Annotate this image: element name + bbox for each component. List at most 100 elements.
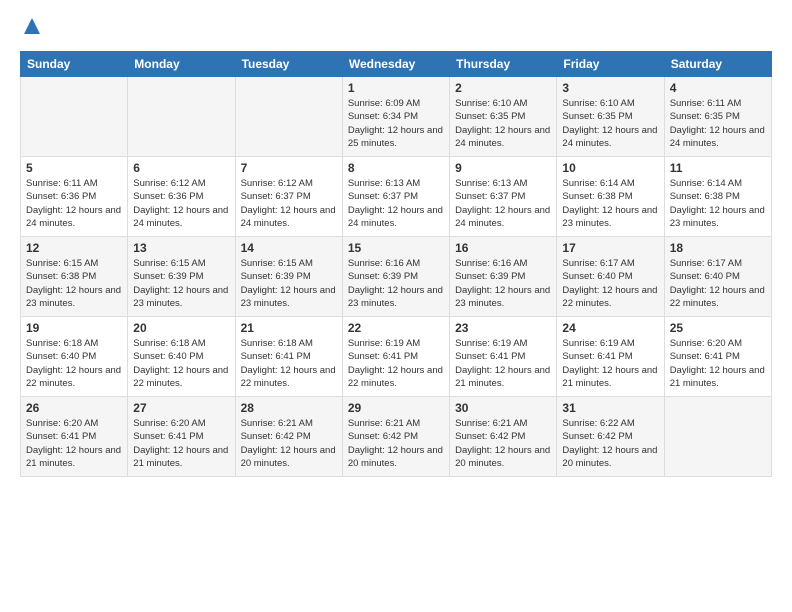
calendar-cell: 23 Sunrise: 6:19 AMSunset: 6:41 PMDayligh… bbox=[450, 317, 557, 397]
day-info: Sunrise: 6:18 AMSunset: 6:40 PMDaylight:… bbox=[26, 337, 122, 390]
day-number: 5 bbox=[26, 161, 122, 175]
header bbox=[20, 16, 772, 41]
day-info: Sunrise: 6:21 AMSunset: 6:42 PMDaylight:… bbox=[348, 417, 444, 470]
day-number: 28 bbox=[241, 401, 337, 415]
day-info: Sunrise: 6:19 AMSunset: 6:41 PMDaylight:… bbox=[348, 337, 444, 390]
calendar-cell: 9 Sunrise: 6:13 AMSunset: 6:37 PMDaylight… bbox=[450, 157, 557, 237]
day-number: 18 bbox=[670, 241, 766, 255]
weekday-header: Monday bbox=[128, 52, 235, 77]
day-info: Sunrise: 6:19 AMSunset: 6:41 PMDaylight:… bbox=[455, 337, 551, 390]
day-number: 26 bbox=[26, 401, 122, 415]
day-info: Sunrise: 6:10 AMSunset: 6:35 PMDaylight:… bbox=[455, 97, 551, 150]
day-info: Sunrise: 6:12 AMSunset: 6:37 PMDaylight:… bbox=[241, 177, 337, 230]
day-info: Sunrise: 6:21 AMSunset: 6:42 PMDaylight:… bbox=[241, 417, 337, 470]
day-number: 31 bbox=[562, 401, 658, 415]
day-number: 4 bbox=[670, 81, 766, 95]
day-number: 6 bbox=[133, 161, 229, 175]
weekday-header: Tuesday bbox=[235, 52, 342, 77]
week-row: 1 Sunrise: 6:09 AMSunset: 6:34 PMDaylight… bbox=[21, 77, 772, 157]
day-info: Sunrise: 6:19 AMSunset: 6:41 PMDaylight:… bbox=[562, 337, 658, 390]
calendar-cell: 28 Sunrise: 6:21 AMSunset: 6:42 PMDayligh… bbox=[235, 397, 342, 477]
day-info: Sunrise: 6:22 AMSunset: 6:42 PMDaylight:… bbox=[562, 417, 658, 470]
day-info: Sunrise: 6:11 AMSunset: 6:35 PMDaylight:… bbox=[670, 97, 766, 150]
day-number: 2 bbox=[455, 81, 551, 95]
calendar-cell: 13Sunrise: 6:15 AMSunset: 6:39 PMDayligh… bbox=[128, 237, 235, 317]
day-number: 14 bbox=[241, 241, 337, 255]
week-row: 5 Sunrise: 6:11 AMSunset: 6:36 PMDaylight… bbox=[21, 157, 772, 237]
calendar-cell: 11 Sunrise: 6:14 AMSunset: 6:38 PMDayligh… bbox=[664, 157, 771, 237]
day-info: Sunrise: 6:09 AMSunset: 6:34 PMDaylight:… bbox=[348, 97, 444, 150]
day-info: Sunrise: 6:20 AMSunset: 6:41 PMDaylight:… bbox=[26, 417, 122, 470]
day-info: Sunrise: 6:14 AMSunset: 6:38 PMDaylight:… bbox=[670, 177, 766, 230]
day-info: Sunrise: 6:18 AMSunset: 6:41 PMDaylight:… bbox=[241, 337, 337, 390]
weekday-header: Thursday bbox=[450, 52, 557, 77]
day-number: 16 bbox=[455, 241, 551, 255]
day-info: Sunrise: 6:13 AMSunset: 6:37 PMDaylight:… bbox=[455, 177, 551, 230]
day-number: 3 bbox=[562, 81, 658, 95]
logo-icon bbox=[22, 16, 42, 36]
day-info: Sunrise: 6:16 AMSunset: 6:39 PMDaylight:… bbox=[348, 257, 444, 310]
day-number: 29 bbox=[348, 401, 444, 415]
day-number: 25 bbox=[670, 321, 766, 335]
calendar-cell: 27 Sunrise: 6:20 AMSunset: 6:41 PMDayligh… bbox=[128, 397, 235, 477]
day-number: 1 bbox=[348, 81, 444, 95]
calendar-cell: 10 Sunrise: 6:14 AMSunset: 6:38 PMDayligh… bbox=[557, 157, 664, 237]
day-info: Sunrise: 6:10 AMSunset: 6:35 PMDaylight:… bbox=[562, 97, 658, 150]
day-number: 22 bbox=[348, 321, 444, 335]
calendar-cell bbox=[664, 397, 771, 477]
day-number: 24 bbox=[562, 321, 658, 335]
day-info: Sunrise: 6:20 AMSunset: 6:41 PMDaylight:… bbox=[670, 337, 766, 390]
day-number: 11 bbox=[670, 161, 766, 175]
day-info: Sunrise: 6:15 AMSunset: 6:38 PMDaylight:… bbox=[26, 257, 122, 310]
day-info: Sunrise: 6:17 AMSunset: 6:40 PMDaylight:… bbox=[670, 257, 766, 310]
weekday-header: Friday bbox=[557, 52, 664, 77]
calendar-cell: 19Sunrise: 6:18 AMSunset: 6:40 PMDayligh… bbox=[21, 317, 128, 397]
weekday-header: Sunday bbox=[21, 52, 128, 77]
calendar-cell: 29 Sunrise: 6:21 AMSunset: 6:42 PMDayligh… bbox=[342, 397, 449, 477]
day-info: Sunrise: 6:16 AMSunset: 6:39 PMDaylight:… bbox=[455, 257, 551, 310]
day-number: 27 bbox=[133, 401, 229, 415]
day-number: 7 bbox=[241, 161, 337, 175]
calendar-cell: 2 Sunrise: 6:10 AMSunset: 6:35 PMDaylight… bbox=[450, 77, 557, 157]
day-info: Sunrise: 6:15 AMSunset: 6:39 PMDaylight:… bbox=[241, 257, 337, 310]
day-number: 8 bbox=[348, 161, 444, 175]
day-info: Sunrise: 6:18 AMSunset: 6:40 PMDaylight:… bbox=[133, 337, 229, 390]
calendar-cell: 3 Sunrise: 6:10 AMSunset: 6:35 PMDaylight… bbox=[557, 77, 664, 157]
calendar-cell: 30 Sunrise: 6:21 AMSunset: 6:42 PMDayligh… bbox=[450, 397, 557, 477]
day-number: 10 bbox=[562, 161, 658, 175]
day-info: Sunrise: 6:11 AMSunset: 6:36 PMDaylight:… bbox=[26, 177, 122, 230]
calendar-cell: 4 Sunrise: 6:11 AMSunset: 6:35 PMDaylight… bbox=[664, 77, 771, 157]
day-number: 21 bbox=[241, 321, 337, 335]
day-info: Sunrise: 6:13 AMSunset: 6:37 PMDaylight:… bbox=[348, 177, 444, 230]
day-number: 17 bbox=[562, 241, 658, 255]
calendar-cell: 14 Sunrise: 6:15 AMSunset: 6:39 PMDayligh… bbox=[235, 237, 342, 317]
day-number: 9 bbox=[455, 161, 551, 175]
calendar-cell: 8 Sunrise: 6:13 AMSunset: 6:37 PMDaylight… bbox=[342, 157, 449, 237]
day-number: 20 bbox=[133, 321, 229, 335]
calendar-cell bbox=[128, 77, 235, 157]
day-info: Sunrise: 6:21 AMSunset: 6:42 PMDaylight:… bbox=[455, 417, 551, 470]
calendar-cell: 17Sunrise: 6:17 AMSunset: 6:40 PMDayligh… bbox=[557, 237, 664, 317]
week-row: 26 Sunrise: 6:20 AMSunset: 6:41 PMDayligh… bbox=[21, 397, 772, 477]
week-row: 12Sunrise: 6:15 AMSunset: 6:38 PMDayligh… bbox=[21, 237, 772, 317]
calendar-cell: 20 Sunrise: 6:18 AMSunset: 6:40 PMDayligh… bbox=[128, 317, 235, 397]
calendar-cell: 12Sunrise: 6:15 AMSunset: 6:38 PMDayligh… bbox=[21, 237, 128, 317]
calendar-cell: 18 Sunrise: 6:17 AMSunset: 6:40 PMDayligh… bbox=[664, 237, 771, 317]
calendar-cell bbox=[235, 77, 342, 157]
weekday-header: Wednesday bbox=[342, 52, 449, 77]
calendar-cell bbox=[21, 77, 128, 157]
weekday-header: Saturday bbox=[664, 52, 771, 77]
day-info: Sunrise: 6:14 AMSunset: 6:38 PMDaylight:… bbox=[562, 177, 658, 230]
calendar: SundayMondayTuesdayWednesdayThursdayFrid… bbox=[20, 51, 772, 477]
logo bbox=[20, 16, 42, 41]
calendar-cell: 24 Sunrise: 6:19 AMSunset: 6:41 PMDayligh… bbox=[557, 317, 664, 397]
day-info: Sunrise: 6:20 AMSunset: 6:41 PMDaylight:… bbox=[133, 417, 229, 470]
day-number: 23 bbox=[455, 321, 551, 335]
day-number: 15 bbox=[348, 241, 444, 255]
calendar-cell: 7 Sunrise: 6:12 AMSunset: 6:37 PMDaylight… bbox=[235, 157, 342, 237]
calendar-cell: 26 Sunrise: 6:20 AMSunset: 6:41 PMDayligh… bbox=[21, 397, 128, 477]
day-number: 30 bbox=[455, 401, 551, 415]
day-info: Sunrise: 6:12 AMSunset: 6:36 PMDaylight:… bbox=[133, 177, 229, 230]
calendar-cell: 15 Sunrise: 6:16 AMSunset: 6:39 PMDayligh… bbox=[342, 237, 449, 317]
day-info: Sunrise: 6:15 AMSunset: 6:39 PMDaylight:… bbox=[133, 257, 229, 310]
